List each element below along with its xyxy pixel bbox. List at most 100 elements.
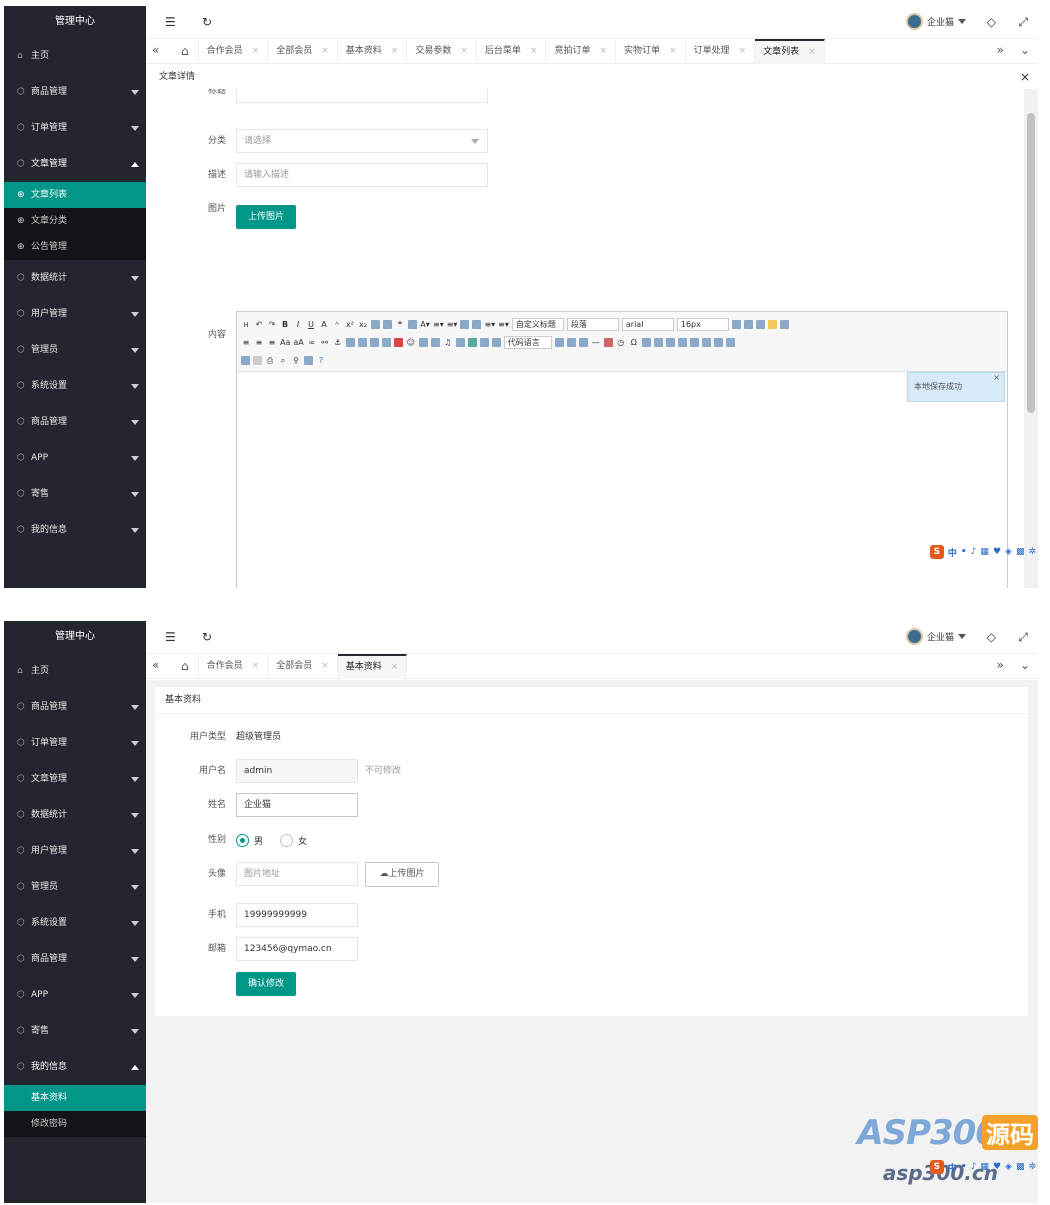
close-icon[interactable]: × xyxy=(321,46,329,56)
close-icon[interactable]: × xyxy=(391,46,399,56)
sidebar-item[interactable]: ⬡ 商品管理 xyxy=(4,404,146,440)
pagebreak-icon[interactable] xyxy=(554,337,564,347)
paste-icon[interactable] xyxy=(408,319,417,329)
search-icon[interactable]: ⌕ xyxy=(278,355,288,366)
redo-icon[interactable]: ↷ xyxy=(267,319,277,330)
tab-item[interactable]: 合作会员 × xyxy=(199,39,269,64)
eraser-icon[interactable] xyxy=(371,319,380,329)
sidebar-item[interactable]: ⬡ 商品管理 xyxy=(4,74,146,110)
sidebar-item[interactable]: ⬡ APP xyxy=(4,977,146,1013)
tab-home[interactable]: ⌂ xyxy=(172,39,199,64)
category-select[interactable]: 请选择 xyxy=(236,129,488,153)
clear-doc-icon[interactable] xyxy=(472,319,482,329)
gender-male-radio[interactable]: 男 xyxy=(236,828,263,852)
direction-rtl-icon[interactable] xyxy=(743,319,753,329)
format-brush-icon[interactable] xyxy=(383,319,392,329)
rich-text-editor[interactable]: ʜ ↶ ↷ BIU Aᴬ x² x₂ ❝ A▾ ≡▾ ≡▾ ≡▾ ≡▾ 自定义标题 段落 ar… xyxy=(236,311,1008,588)
wordimage-icon[interactable] xyxy=(641,337,651,347)
list-ordered-icon[interactable]: ≡▾ xyxy=(433,319,444,330)
sidebar-item[interactable]: ⬡ APP xyxy=(4,440,146,476)
sidebar-item[interactable]: ⬡ 管理员 xyxy=(4,332,146,368)
scrollbar-thumb[interactable] xyxy=(1027,113,1035,413)
tag-icon[interactable]: ◇ xyxy=(987,630,996,644)
sidebar-item[interactable]: ⬡ 我的信息 xyxy=(4,1049,146,1085)
sidebar-item[interactable]: ⬡ 我的信息 xyxy=(4,512,146,548)
select-all-icon[interactable] xyxy=(460,319,470,329)
superscript-icon[interactable]: x² xyxy=(345,319,355,330)
sidebar-item[interactable]: ⬡ 寄售 xyxy=(4,476,146,512)
image-right-icon[interactable] xyxy=(369,337,379,347)
sidebar-item-home[interactable]: ⌂ 主页 xyxy=(4,653,146,689)
delete-row-icon[interactable] xyxy=(677,337,687,347)
email-input[interactable]: 123456@qymao.cn xyxy=(236,937,358,961)
name-input[interactable]: 企业猫 xyxy=(236,793,358,817)
insert-frame-icon[interactable] xyxy=(491,337,501,347)
scrollbar[interactable] xyxy=(1024,89,1038,588)
submenu-item[interactable]: ⊕ 文章分类 xyxy=(4,208,146,234)
tab-item[interactable]: 全部会员 × xyxy=(268,654,338,679)
justify-icon[interactable]: ≡ xyxy=(267,337,277,348)
close-icon[interactable]: × xyxy=(599,46,607,56)
code-language-select[interactable]: 代码语言 xyxy=(503,335,552,349)
lineheight-icon[interactable]: ≡▾ xyxy=(498,319,509,330)
tab-item[interactable]: 基本资料 × xyxy=(338,39,408,64)
upload-image-button[interactable]: 上传图片 xyxy=(236,205,296,229)
template-icon[interactable] xyxy=(566,337,576,347)
sidebar-item[interactable]: ⬡ 文章管理 xyxy=(4,146,146,182)
align-center-icon[interactable]: ≡ xyxy=(241,337,251,348)
image-none-icon[interactable] xyxy=(357,337,367,347)
font-family-select[interactable]: arial xyxy=(621,317,674,331)
quote-icon[interactable]: ❝ xyxy=(395,319,405,330)
sidebar-item[interactable]: ⬡ 商品管理 xyxy=(4,689,146,725)
sidebar-item[interactable]: ⬡ 系统设置 xyxy=(4,905,146,941)
map-icon[interactable] xyxy=(467,337,477,347)
tabs-dropdown-icon[interactable]: ⌄ xyxy=(1020,43,1030,57)
sidebar-item[interactable]: ⬡ 管理员 xyxy=(4,869,146,905)
sidebar-item[interactable]: ⬡ 订单管理 xyxy=(4,110,146,146)
tab-item[interactable]: 订单处理 × xyxy=(686,39,756,64)
close-icon[interactable]: × xyxy=(252,661,260,671)
indent-icon[interactable] xyxy=(755,319,765,329)
html-icon[interactable]: ʜ xyxy=(241,319,251,330)
font-size-select[interactable]: 16px xyxy=(676,317,729,331)
tabs-dropdown-icon[interactable]: ⌄ xyxy=(1020,658,1030,672)
link-icon[interactable]: ∞ xyxy=(307,337,317,348)
tab-item[interactable]: 后台菜单 × xyxy=(477,39,547,64)
direction-ltr-icon[interactable] xyxy=(731,319,741,329)
sidebar-item[interactable]: ⬡ 系统设置 xyxy=(4,368,146,404)
menu-toggle-icon[interactable]: ☰ xyxy=(165,15,176,29)
close-icon[interactable]: × xyxy=(669,46,677,56)
print-disabled-icon[interactable] xyxy=(253,355,262,365)
submenu-item[interactable]: 基本资料 xyxy=(4,1085,146,1111)
close-icon[interactable]: × xyxy=(1020,65,1030,89)
preview-icon[interactable] xyxy=(779,319,789,329)
strike-icon[interactable]: ᴬ xyxy=(332,319,342,330)
align-left-icon[interactable] xyxy=(767,319,777,329)
merge-cells-icon[interactable] xyxy=(713,337,723,347)
tab-item[interactable]: 文章列表 × xyxy=(755,39,825,64)
italic-icon[interactable]: I xyxy=(293,319,303,330)
tab-item[interactable]: 竞拍订单 × xyxy=(546,39,616,64)
close-icon[interactable]: × xyxy=(460,46,468,56)
close-icon[interactable]: × xyxy=(321,661,329,671)
anchor-icon[interactable]: ⚓ xyxy=(333,337,343,348)
music-icon[interactable]: ♫ xyxy=(443,337,453,348)
video-icon[interactable] xyxy=(430,337,440,347)
tag-icon[interactable]: ◇ xyxy=(987,15,996,29)
tabs-right-icon[interactable]: » xyxy=(997,43,1004,57)
tabs-right-icon[interactable]: » xyxy=(997,658,1004,672)
drafts-icon[interactable] xyxy=(304,355,313,365)
simple-upload-icon[interactable] xyxy=(393,337,403,347)
table-icon[interactable] xyxy=(653,337,663,347)
sidebar-item[interactable]: ⬡ 数据统计 xyxy=(4,797,146,833)
background-icon[interactable] xyxy=(578,337,588,347)
tab-home[interactable]: ⌂ xyxy=(172,654,199,679)
close-icon[interactable]: × xyxy=(252,46,260,56)
tab-item[interactable]: 实物订单 × xyxy=(616,39,686,64)
split-cells-icon[interactable] xyxy=(725,337,735,347)
underline-icon[interactable]: U xyxy=(306,319,316,330)
title-input[interactable] xyxy=(236,89,488,103)
time-icon[interactable]: ◷ xyxy=(616,337,626,348)
list-unordered-icon[interactable]: ≡▾ xyxy=(447,319,458,330)
tab-item[interactable]: 合作会员 × xyxy=(199,654,269,679)
